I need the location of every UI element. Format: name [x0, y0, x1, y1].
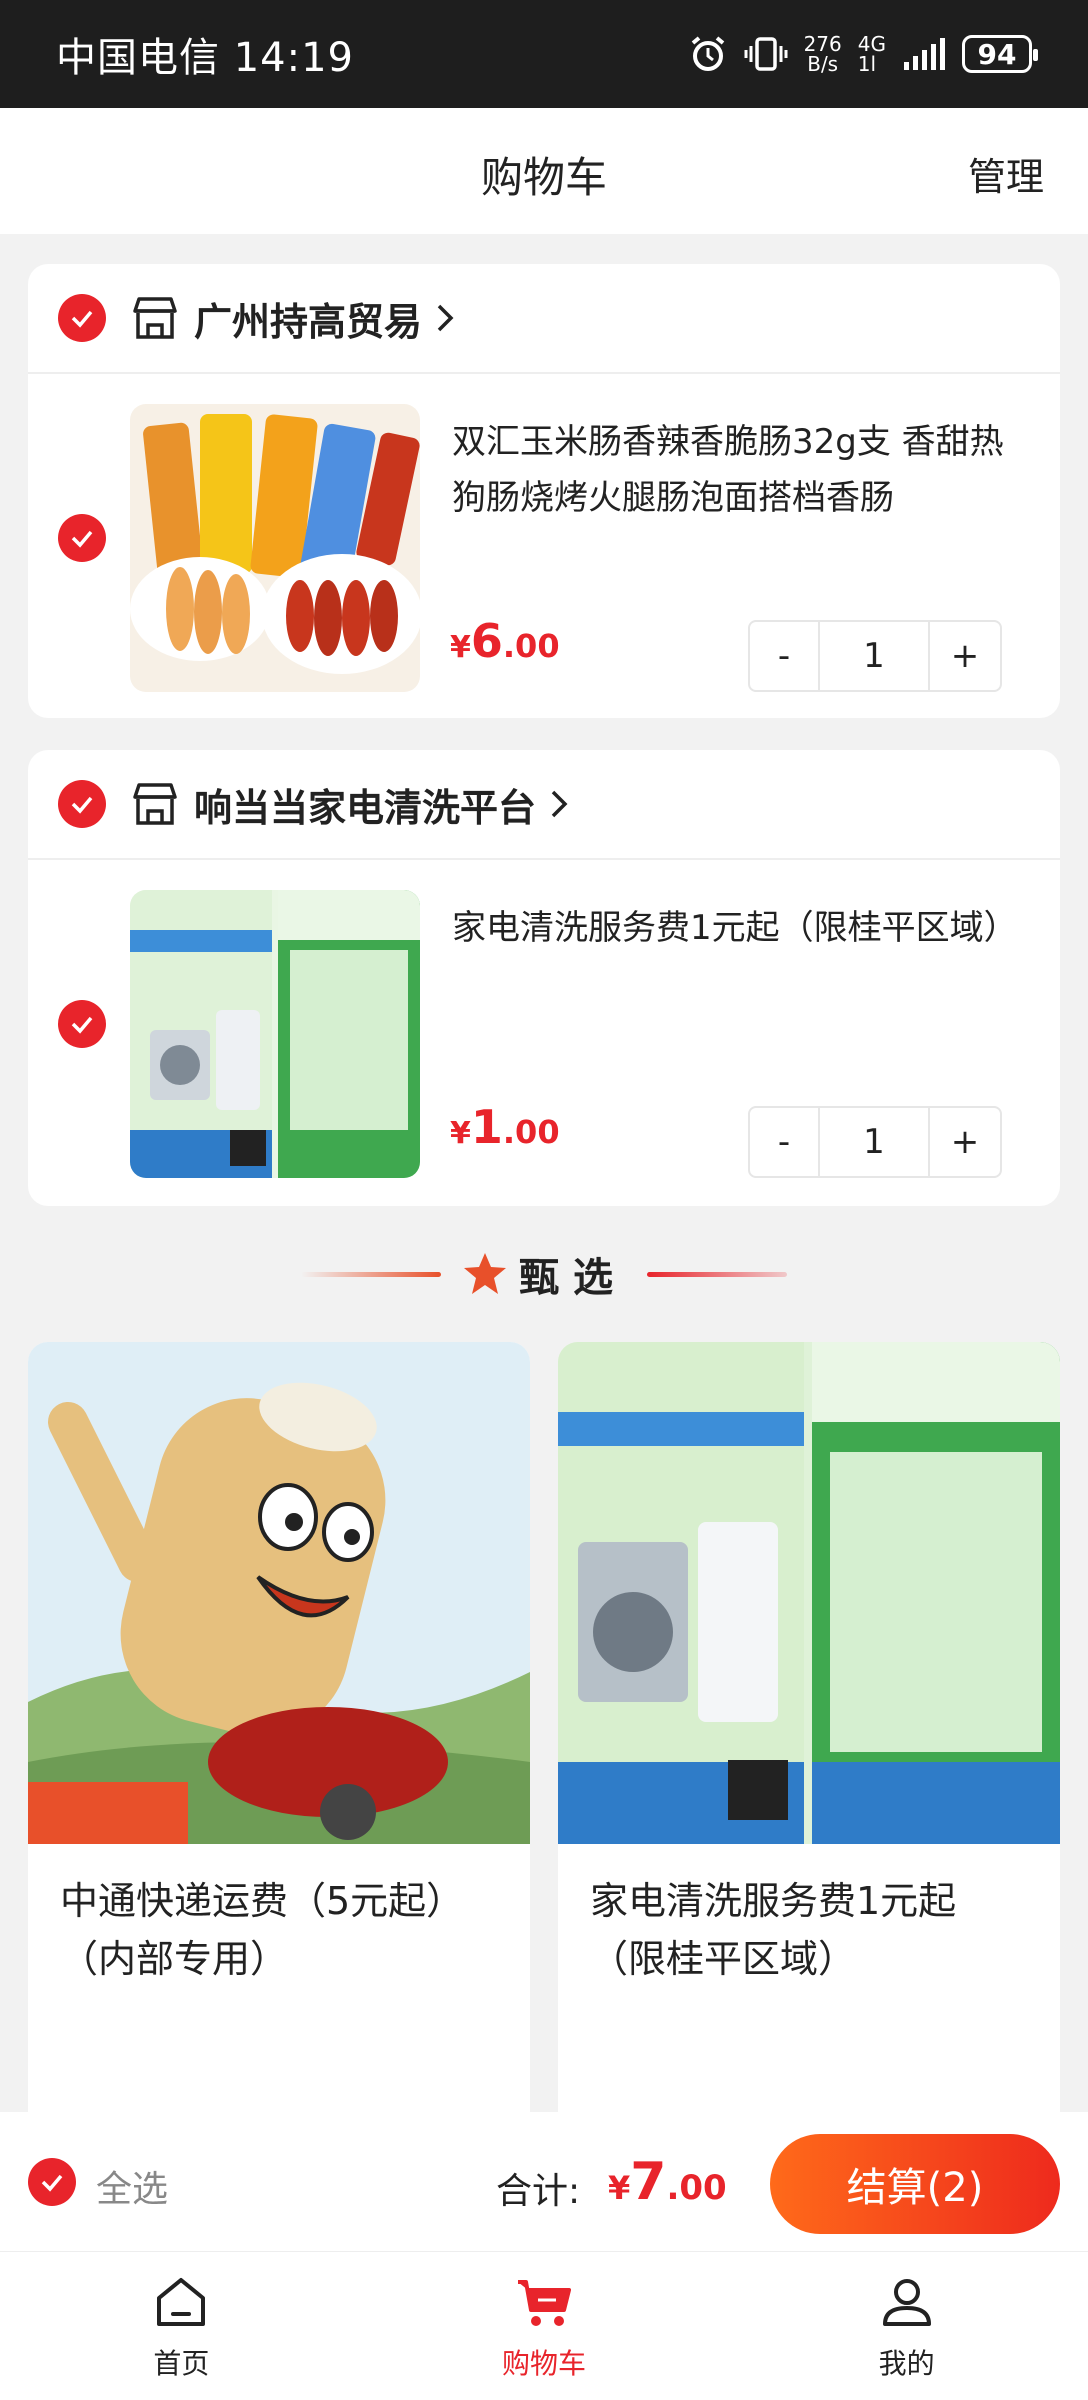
battery-indicator: 94: [962, 35, 1038, 73]
check-icon: [71, 310, 93, 328]
cartoon-product-image: [28, 1342, 530, 1844]
tab-label: 我的: [878, 2347, 935, 2380]
quantity-input[interactable]: 1: [820, 622, 930, 690]
item-title[interactable]: 双汇玉米肠香辣香脆肠32g支 香甜热狗肠烧烤火腿肠泡面搭档香肠: [452, 414, 1032, 526]
total-label: 合计:: [496, 2171, 581, 2212]
alarm-icon: [691, 36, 724, 71]
store-icon: [133, 783, 177, 825]
chevron-right-icon: [437, 304, 454, 332]
item-title[interactable]: 家电清洗服务费1元起（限桂平区域）: [452, 900, 1032, 956]
tab-profile[interactable]: 我的: [725, 2252, 1088, 2400]
total-price: ¥7.00: [608, 2152, 727, 2212]
network-type: 4G 1l: [857, 32, 886, 76]
decrease-button[interactable]: -: [750, 622, 820, 690]
status-icons: 276 B/s 4G 1l 94: [688, 32, 1038, 76]
tab-cart[interactable]: 购物车: [363, 2252, 726, 2400]
item-price: ¥1.00: [450, 1100, 560, 1154]
increase-button[interactable]: +: [930, 622, 1000, 690]
checkout-bar: 全选 合计: ¥7.00 结算(2): [0, 2112, 1088, 2252]
shop-header[interactable]: 响当当家电清洗平台: [28, 750, 1060, 860]
check-icon: [71, 530, 93, 548]
page-title: 购物车: [480, 153, 607, 202]
cart-item: 家电清洗服务费1元起（限桂平区域） ¥1.00 - 1 +: [28, 860, 1060, 1184]
tab-label: 购物车: [502, 2347, 587, 2380]
quantity-stepper: - 1 +: [748, 1106, 1002, 1178]
store-icon: [133, 297, 177, 339]
user-icon: [882, 2279, 931, 2326]
check-icon: [71, 1016, 93, 1034]
signal-icon: [904, 38, 945, 70]
star-icon: [464, 1253, 506, 1294]
tab-label: 首页: [153, 2347, 210, 2380]
quantity-stepper: - 1 +: [748, 620, 1002, 692]
check-icon: [71, 796, 93, 814]
item-checkbox[interactable]: [58, 514, 106, 562]
home-icon: [157, 2278, 206, 2326]
manage-button[interactable]: 管理: [968, 146, 1044, 201]
recommend-product-card[interactable]: 家电清洗服务费1元起（限桂平区域）: [558, 1342, 1060, 2142]
check-icon: [41, 2174, 63, 2192]
bottom-tab-bar: 首页 购物车 我的: [0, 2252, 1088, 2400]
sausage-product-image[interactable]: [130, 404, 420, 692]
shop-name[interactable]: 广州持高贸易: [194, 291, 422, 346]
select-all-checkbox[interactable]: [28, 2158, 76, 2206]
recommend-product-card[interactable]: 中通快递运费（5元起）（内部专用）: [28, 1342, 530, 2142]
shop-name[interactable]: 响当当家电清洗平台: [194, 777, 536, 832]
chevron-right-icon: [551, 790, 568, 818]
shop-checkbox[interactable]: [58, 294, 106, 342]
checkout-button[interactable]: 结算(2): [770, 2134, 1060, 2234]
divider-line: [301, 1271, 441, 1277]
page-header: 购物车 管理: [0, 108, 1088, 234]
item-checkbox[interactable]: [58, 1000, 106, 1048]
quantity-input[interactable]: 1: [820, 1108, 930, 1176]
recommend-product-title[interactable]: 中通快递运费（5元起）（内部专用）: [28, 1844, 530, 2016]
appliance-cleaning-product-image: [558, 1342, 1060, 1844]
divider-line: [647, 1271, 787, 1277]
shop-card: 响当当家电清洗平台 家电清洗服务费1元起（限桂平区域） ¥1.00 - 1 +: [28, 750, 1060, 1206]
recommend-product-title[interactable]: 家电清洗服务费1元起（限桂平区域）: [558, 1844, 1060, 2016]
section-heading: 甄选: [519, 1255, 627, 1301]
increase-button[interactable]: +: [930, 1108, 1000, 1176]
shop-card: 广州持高贸易 双汇玉米肠香辣香脆肠32g支 香甜热狗肠烧烤火腿肠泡面搭档香肠 ¥…: [28, 264, 1060, 718]
net-speed: 276 B/s: [803, 32, 842, 76]
shop-header[interactable]: 广州持高贸易: [28, 264, 1060, 374]
decrease-button[interactable]: -: [750, 1108, 820, 1176]
select-all-label[interactable]: 全选: [96, 2160, 168, 2212]
cart-icon: [518, 2280, 571, 2326]
item-price: ¥6.00: [450, 614, 560, 668]
carrier-time: 中国电信 14:19: [56, 35, 354, 81]
vibrate-icon: [744, 37, 788, 71]
cart-item: 双汇玉米肠香辣香脆肠32g支 香甜热狗肠烧烤火腿肠泡面搭档香肠 ¥6.00 - …: [28, 374, 1060, 698]
shop-checkbox[interactable]: [58, 780, 106, 828]
tab-home[interactable]: 首页: [0, 2252, 363, 2400]
recommend-section-title: 甄选: [0, 1238, 1088, 1310]
appliance-cleaning-product-image[interactable]: [130, 890, 420, 1178]
status-bar: 中国电信 14:19 276 B/s 4G 1l 94: [0, 0, 1088, 108]
